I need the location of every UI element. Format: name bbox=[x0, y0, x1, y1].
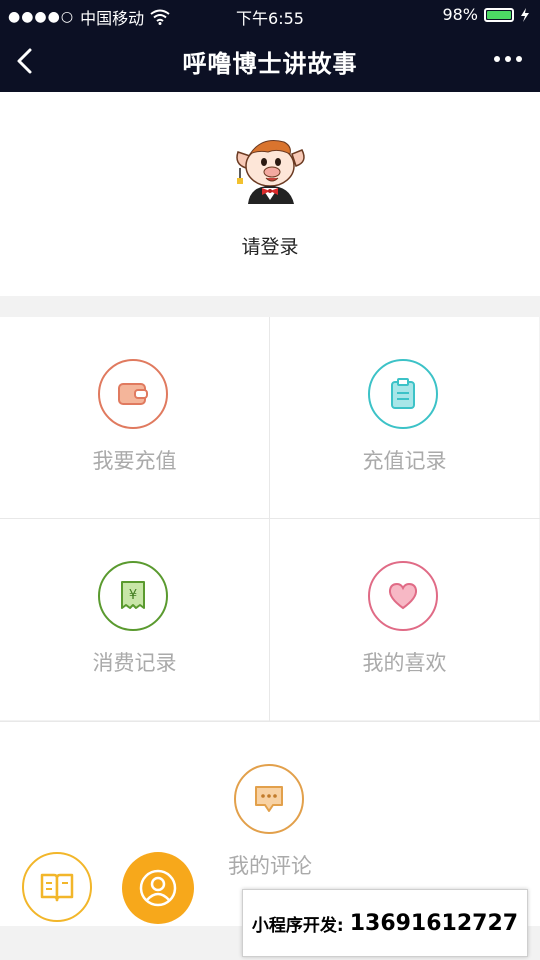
battery-icon bbox=[484, 7, 514, 22]
grid-divider-1 bbox=[0, 518, 540, 519]
wallet-icon bbox=[98, 359, 168, 429]
clipboard-icon bbox=[368, 359, 438, 429]
menu-item-consumption-record[interactable]: ¥ 消费记录 bbox=[0, 519, 269, 720]
svg-text:¥: ¥ bbox=[129, 588, 137, 603]
menu-item-favorites[interactable]: 我的喜欢 bbox=[270, 519, 539, 720]
avatar[interactable] bbox=[232, 134, 308, 204]
nav-bar: 呼噜博士讲故事 bbox=[0, 30, 540, 92]
promo-banner: 小程序开发: 13691612727 bbox=[242, 889, 528, 957]
menu-label-consumption-record: 消费记录 bbox=[92, 651, 177, 675]
promo-phone: 13691612727 bbox=[349, 910, 519, 936]
menu-item-recharge[interactable]: 我要充值 bbox=[0, 317, 269, 518]
page-title: 呼噜博士讲故事 bbox=[182, 50, 358, 78]
profile-section: 请登录 bbox=[0, 92, 540, 296]
status-bar: ●●●●○ 中国移动 下午6:55 98% bbox=[0, 0, 540, 30]
user-icon bbox=[139, 869, 177, 907]
menu-label-favorites: 我的喜欢 bbox=[362, 651, 447, 675]
menu-label-recharge-record: 充值记录 bbox=[362, 449, 447, 473]
battery-percent: 98% bbox=[442, 5, 478, 24]
menu-item-recharge-record[interactable]: 充值记录 bbox=[270, 317, 539, 518]
book-icon bbox=[40, 873, 74, 902]
charging-bolt-icon bbox=[521, 7, 529, 22]
menu-label-recharge: 我要充值 bbox=[92, 449, 177, 473]
promo-label: 小程序开发: bbox=[251, 915, 344, 936]
heart-icon bbox=[368, 561, 438, 631]
profile-button[interactable] bbox=[122, 852, 194, 924]
receipt-icon: ¥ bbox=[98, 561, 168, 631]
book-button[interactable] bbox=[22, 852, 92, 922]
more-dots-icon[interactable] bbox=[494, 56, 522, 62]
grid-divider-vertical bbox=[269, 317, 270, 721]
comment-icon bbox=[234, 764, 304, 834]
login-link[interactable]: 请登录 bbox=[0, 232, 540, 259]
